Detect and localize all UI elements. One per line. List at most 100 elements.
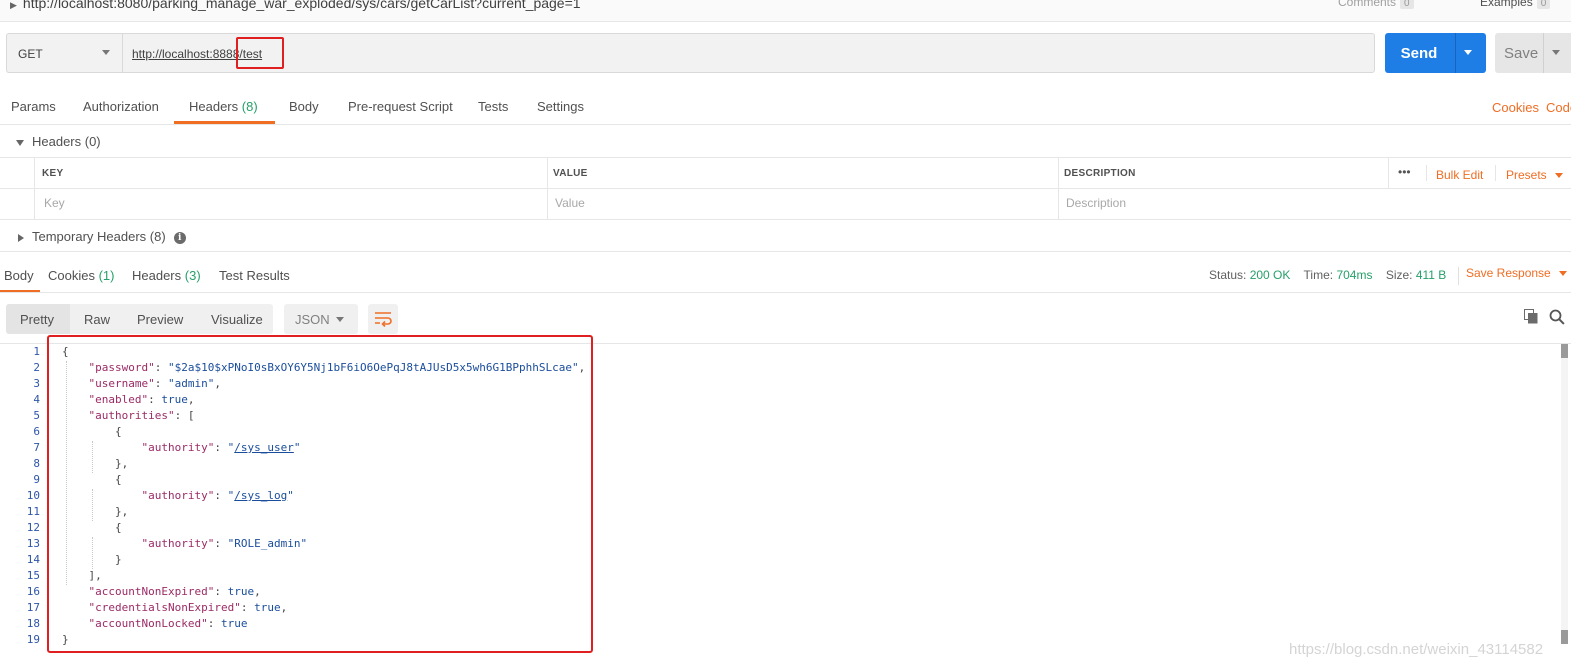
line-number: 5 bbox=[33, 409, 40, 422]
save-divider bbox=[1543, 33, 1544, 73]
divider bbox=[547, 157, 548, 219]
wrap-lines-button[interactable] bbox=[368, 304, 398, 334]
scrollbar-thumb[interactable] bbox=[1561, 344, 1568, 358]
divider bbox=[1457, 267, 1459, 285]
watermark: https://blog.csdn.net/weixin_43114582 bbox=[1289, 641, 1544, 658]
response-tab-headers[interactable]: Headers (3) bbox=[132, 268, 201, 283]
search-icon[interactable] bbox=[1549, 309, 1565, 325]
view-mode-segmented: Pretty Raw Preview Visualize bbox=[6, 304, 273, 334]
more-options-icon[interactable]: ••• bbox=[1398, 165, 1411, 179]
save-button[interactable]: Save bbox=[1495, 33, 1571, 73]
size-value: 411 B bbox=[1415, 268, 1447, 283]
scrollbar[interactable] bbox=[1561, 344, 1568, 644]
info-icon[interactable]: i bbox=[173, 231, 186, 244]
examples-button[interactable]: Examples 0 bbox=[1480, 0, 1551, 9]
temporary-headers-toggle[interactable]: Temporary Headers (8) i bbox=[18, 229, 186, 244]
line-number: 13 bbox=[26, 537, 40, 550]
presets-dropdown[interactable]: Presets bbox=[1506, 168, 1563, 182]
tab-pre-request-script[interactable]: Pre-request Script bbox=[348, 99, 453, 114]
divider bbox=[1495, 165, 1496, 181]
divider bbox=[1426, 165, 1427, 181]
cookies-link[interactable]: Cookies bbox=[1492, 100, 1539, 115]
previous-request-url[interactable]: ▶ http://localhost:8080/parking_manage_wa… bbox=[10, 0, 581, 11]
tab-authorization[interactable]: Authorization bbox=[83, 99, 159, 114]
send-options-chevron-icon[interactable] bbox=[1464, 50, 1472, 55]
value-input[interactable]: Value bbox=[555, 196, 585, 210]
response-tab-cookies[interactable]: Cookies (1) bbox=[48, 268, 114, 283]
chevron-down-icon bbox=[1558, 271, 1567, 277]
line-number: 17 bbox=[26, 601, 40, 614]
comments-button[interactable]: Comments 0 bbox=[1338, 0, 1414, 9]
line-number-gutter: 1 2 3 4 5 6 7 8 9 10 11 12 13 14 15 16 17 18 19 bbox=[0, 344, 46, 654]
tab-params[interactable]: Params bbox=[11, 99, 56, 114]
column-header-value: VALUE bbox=[553, 168, 588, 179]
line-number: 12 bbox=[26, 521, 40, 534]
column-header-key: KEY bbox=[42, 168, 64, 179]
save-response-button[interactable]: Save Response bbox=[1466, 266, 1567, 280]
divider bbox=[0, 292, 1571, 293]
headers-section-toggle[interactable]: Headers (0) bbox=[16, 134, 101, 149]
copy-icon[interactable] bbox=[1524, 309, 1538, 324]
line-number: 16 bbox=[26, 585, 40, 598]
divider bbox=[0, 251, 1571, 252]
key-input[interactable]: Key bbox=[44, 196, 65, 210]
save-label: Save bbox=[1504, 45, 1539, 62]
response-tab-test-results[interactable]: Test Results bbox=[219, 268, 290, 283]
line-number: 15 bbox=[26, 569, 40, 582]
caret-down-icon bbox=[16, 139, 24, 146]
caret-right-icon bbox=[18, 233, 24, 242]
chevron-down-icon bbox=[102, 50, 110, 55]
code-link[interactable]: Code bbox=[1546, 100, 1571, 115]
send-button[interactable]: Send bbox=[1385, 33, 1486, 73]
url-input[interactable]: http://localhost:8888/test bbox=[122, 33, 1375, 73]
divider bbox=[0, 124, 1571, 125]
response-highlight-box bbox=[47, 335, 593, 653]
bulk-edit-link[interactable]: Bulk Edit bbox=[1436, 168, 1483, 182]
method-value: GET bbox=[18, 47, 43, 61]
save-options-chevron-icon[interactable] bbox=[1552, 50, 1560, 55]
format-value: JSON bbox=[295, 312, 330, 327]
view-mode-visualize[interactable]: Visualize bbox=[211, 312, 263, 327]
divider bbox=[34, 157, 35, 219]
tab-settings[interactable]: Settings bbox=[537, 99, 584, 114]
status-value: 200 OK bbox=[1249, 268, 1291, 283]
tab-body[interactable]: Body bbox=[289, 99, 319, 114]
send-divider bbox=[1455, 33, 1456, 73]
column-header-description: DESCRIPTION bbox=[1064, 168, 1136, 179]
line-number: 9 bbox=[33, 473, 40, 486]
view-mode-raw[interactable]: Raw bbox=[84, 312, 110, 327]
comments-count: 0 bbox=[1400, 0, 1414, 9]
divider bbox=[0, 219, 1571, 220]
line-number: 7 bbox=[33, 441, 40, 454]
description-input[interactable]: Description bbox=[1066, 196, 1126, 210]
view-mode-preview[interactable]: Preview bbox=[137, 312, 183, 327]
line-number: 1 bbox=[33, 345, 40, 358]
scrollbar-thumb[interactable] bbox=[1561, 630, 1568, 644]
tab-tests[interactable]: Tests bbox=[478, 99, 508, 114]
line-number: 11 bbox=[26, 505, 40, 518]
line-number: 19 bbox=[26, 633, 40, 646]
method-select[interactable]: GET bbox=[6, 33, 122, 73]
line-number: 18 bbox=[26, 617, 40, 630]
line-number: 10 bbox=[26, 489, 40, 502]
line-number: 6 bbox=[33, 425, 40, 438]
line-number: 8 bbox=[33, 457, 40, 470]
send-label: Send bbox=[1400, 45, 1438, 62]
wrap-icon bbox=[375, 312, 392, 327]
format-select[interactable]: JSON bbox=[284, 304, 358, 334]
line-number: 14 bbox=[26, 553, 40, 566]
line-number: 4 bbox=[33, 393, 40, 406]
divider bbox=[1058, 157, 1059, 219]
divider bbox=[0, 188, 1571, 189]
headers-count: (8) bbox=[241, 99, 258, 114]
url-highlight-box bbox=[236, 37, 284, 69]
line-number: 2 bbox=[33, 361, 40, 374]
tab-headers[interactable]: Headers (8) bbox=[189, 99, 258, 114]
top-bar: ▶ http://localhost:8080/parking_manage_wa… bbox=[0, 0, 1571, 22]
view-mode-pretty[interactable]: Pretty bbox=[20, 312, 54, 327]
examples-count: 0 bbox=[1536, 0, 1551, 9]
divider bbox=[0, 157, 1571, 158]
response-tab-body[interactable]: Body bbox=[4, 268, 34, 283]
expand-arrow-icon: ▶ bbox=[10, 0, 17, 10]
chevron-down-icon bbox=[1554, 173, 1563, 179]
